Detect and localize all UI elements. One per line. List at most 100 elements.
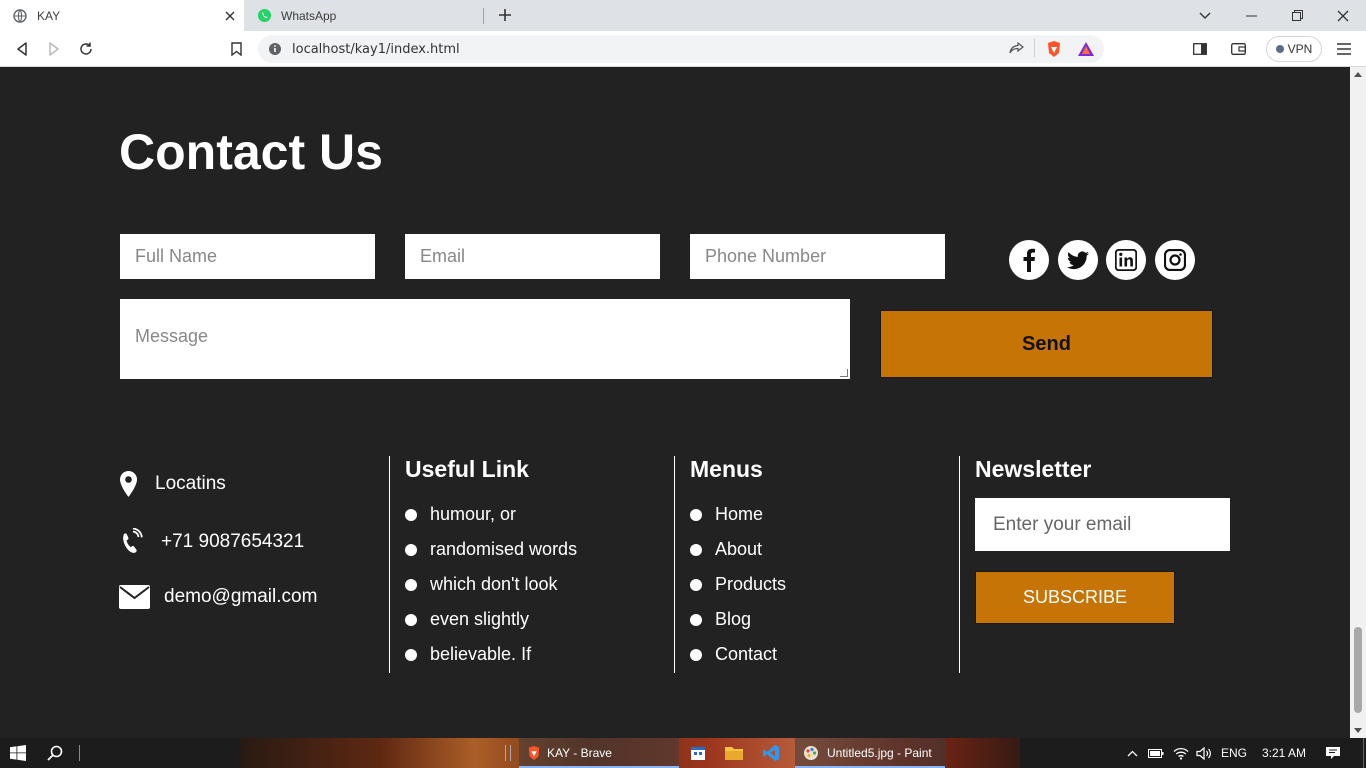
useful-link-item[interactable]: which don't look bbox=[404, 567, 577, 602]
useful-link-item[interactable]: humour, or bbox=[404, 497, 577, 532]
tab-search-chevron-icon[interactable] bbox=[1182, 0, 1228, 31]
search-icon[interactable] bbox=[40, 738, 70, 768]
brave-rewards-icon[interactable] bbox=[1076, 39, 1096, 59]
battery-icon[interactable] bbox=[1146, 738, 1166, 768]
menu-label: About bbox=[715, 539, 763, 559]
useful-link-item[interactable]: randomised words bbox=[404, 532, 577, 567]
vscode-icon[interactable] bbox=[759, 738, 783, 768]
bullet-icon bbox=[405, 543, 417, 556]
share-icon[interactable] bbox=[1006, 39, 1026, 59]
page-content: Contact Us Full Name Email Phone Number … bbox=[0, 67, 1350, 738]
show-hidden-icons-chevron-icon[interactable] bbox=[1122, 738, 1142, 768]
footer-divider bbox=[959, 456, 960, 673]
mail-icon bbox=[119, 585, 150, 609]
forward-button[interactable] bbox=[42, 37, 66, 61]
globe-icon bbox=[12, 8, 28, 24]
newsletter-email-input[interactable]: Enter your email bbox=[975, 498, 1230, 551]
footer-divider bbox=[389, 456, 390, 673]
phone-input[interactable]: Phone Number bbox=[690, 234, 945, 279]
taskbar-app-label: KAY - Brave bbox=[547, 746, 612, 760]
message-textarea[interactable]: Message bbox=[120, 299, 850, 379]
tab-whatsapp[interactable]: WhatsApp bbox=[244, 0, 484, 31]
wifi-icon[interactable] bbox=[1170, 738, 1192, 768]
menu-item-blog[interactable]: Blog bbox=[689, 602, 786, 637]
address-bar[interactable]: localhost/kay1/index.html bbox=[258, 35, 1104, 63]
brave-icon bbox=[528, 746, 540, 760]
vpn-label: VPN bbox=[1287, 42, 1313, 56]
contact-title: Contact Us bbox=[119, 124, 383, 180]
link-label: randomised words bbox=[430, 539, 578, 559]
taskbar-app-paint[interactable]: Untitled5.jpg - Paint bbox=[795, 738, 945, 768]
bullet-icon bbox=[690, 613, 702, 626]
linkedin-icon[interactable] bbox=[1106, 240, 1146, 280]
file-explorer-icon[interactable] bbox=[722, 738, 746, 768]
subscribe-button[interactable]: SUBSCRIBE bbox=[975, 571, 1175, 624]
link-label: even slightly bbox=[430, 609, 530, 629]
wallet-icon[interactable] bbox=[1226, 37, 1250, 61]
send-button[interactable]: Send bbox=[880, 310, 1213, 378]
taskbar-app-label: Untitled5.jpg - Paint bbox=[827, 746, 932, 760]
show-desktop-button[interactable] bbox=[1360, 738, 1366, 768]
close-tab-icon[interactable] bbox=[220, 6, 240, 26]
url-divider bbox=[1034, 39, 1035, 57]
restore-button[interactable] bbox=[1274, 0, 1320, 31]
email-text: demo@gmail.com bbox=[164, 586, 318, 607]
menu-item-home[interactable]: Home bbox=[689, 497, 786, 532]
minimize-button[interactable] bbox=[1228, 0, 1274, 31]
menu-icon[interactable] bbox=[1332, 37, 1356, 61]
twitter-icon[interactable] bbox=[1058, 240, 1098, 280]
tab-title: KAY bbox=[37, 8, 61, 23]
instagram-icon[interactable] bbox=[1155, 240, 1195, 280]
menus-title: Menus bbox=[690, 456, 763, 482]
whatsapp-icon bbox=[256, 8, 272, 24]
useful-link-list: humour, or randomised words which don't … bbox=[404, 497, 577, 672]
full-name-input[interactable]: Full Name bbox=[120, 234, 375, 279]
useful-link-item[interactable]: even slightly bbox=[404, 602, 577, 637]
close-window-button[interactable] bbox=[1320, 0, 1366, 31]
taskbar-app-brave[interactable]: KAY - Brave bbox=[519, 738, 679, 768]
taskbar-divider bbox=[500, 738, 516, 768]
phone-item: +71 9087654321 bbox=[119, 528, 304, 556]
bullet-icon bbox=[690, 543, 702, 556]
taskbar-clock[interactable]: 3:21 AM bbox=[1256, 738, 1312, 768]
site-info-icon[interactable] bbox=[268, 42, 282, 56]
new-tab-button[interactable] bbox=[494, 4, 516, 26]
bullet-icon bbox=[405, 613, 417, 626]
back-button[interactable] bbox=[10, 37, 34, 61]
menu-item-products[interactable]: Products bbox=[689, 567, 786, 602]
menu-label: Home bbox=[715, 504, 764, 524]
newsletter-title: Newsletter bbox=[975, 456, 1092, 482]
scroll-thumb[interactable] bbox=[1354, 627, 1362, 713]
facebook-icon[interactable] bbox=[1009, 240, 1049, 280]
menu-label: Products bbox=[715, 574, 787, 594]
sidebar-icon[interactable] bbox=[1188, 37, 1212, 61]
bookmark-icon[interactable] bbox=[224, 37, 248, 61]
notification-center-icon[interactable] bbox=[1320, 738, 1346, 768]
location-item: Locatins bbox=[119, 471, 226, 497]
language-indicator[interactable]: ENG bbox=[1220, 738, 1248, 768]
page-scrollbar[interactable] bbox=[1350, 67, 1366, 738]
bullet-icon bbox=[405, 648, 417, 661]
tab-kay[interactable]: KAY bbox=[0, 0, 244, 31]
phone-icon bbox=[119, 528, 144, 556]
scroll-down-arrow-icon[interactable] bbox=[1354, 728, 1362, 733]
brave-shields-icon[interactable] bbox=[1044, 39, 1064, 59]
menu-label: Blog bbox=[715, 609, 752, 629]
useful-link-item[interactable]: believable. If bbox=[404, 637, 577, 672]
calendar-app-icon[interactable] bbox=[686, 738, 710, 768]
reload-button[interactable] bbox=[74, 37, 98, 61]
resize-grip-icon[interactable] bbox=[840, 369, 848, 377]
menu-item-contact[interactable]: Contact bbox=[689, 637, 786, 672]
windows-start-icon[interactable] bbox=[0, 738, 36, 768]
vpn-button[interactable]: VPN bbox=[1266, 36, 1322, 62]
link-label: which don't look bbox=[430, 574, 558, 594]
scroll-up-arrow-icon[interactable] bbox=[1354, 72, 1362, 77]
vpn-status-icon bbox=[1275, 45, 1284, 53]
bullet-icon bbox=[690, 578, 702, 591]
phone-text: +71 9087654321 bbox=[161, 531, 305, 552]
footer-divider bbox=[674, 456, 675, 673]
email-input[interactable]: Email bbox=[405, 234, 660, 279]
volume-icon[interactable] bbox=[1194, 738, 1214, 768]
menu-item-about[interactable]: About bbox=[689, 532, 786, 567]
location-pin-icon bbox=[119, 471, 137, 497]
